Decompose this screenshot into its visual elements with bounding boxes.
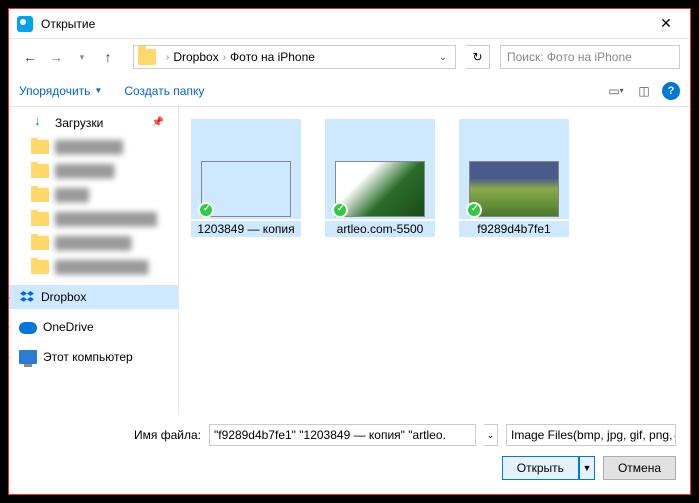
file-item[interactable]: artleo.com-5500 xyxy=(325,119,435,237)
file-list[interactable]: 1203849 — копия artleo.com-5500 f9289d4b… xyxy=(179,107,690,414)
open-dialog: Открытие ✕ ← → ▾ ↑ › Dropbox › Фото на i… xyxy=(8,8,691,495)
pin-icon: 📌 xyxy=(152,117,164,128)
folder-icon xyxy=(138,49,156,65)
address-bar[interactable]: › Dropbox › Фото на iPhone ⌄ xyxy=(133,45,456,69)
filename-input[interactable]: "f9289d4b7fe1" "1203849 — копия" "artleo… xyxy=(209,424,476,446)
sync-check-icon xyxy=(332,202,348,218)
file-item[interactable]: 1203849 — копия xyxy=(191,119,301,237)
folder-icon xyxy=(31,188,49,202)
downloads-icon xyxy=(31,115,49,131)
chevron-down-icon: ▼ xyxy=(94,86,102,95)
folder-icon xyxy=(31,236,49,250)
content-area: Загрузки 📌 ████████ ███████ ████ ███████… xyxy=(9,107,690,414)
sidebar-item-thispc[interactable]: › Этот компьютер xyxy=(9,345,178,369)
sidebar-item[interactable]: ███████ xyxy=(9,159,178,183)
recent-dropdown[interactable]: ▾ xyxy=(71,46,93,68)
folder-icon xyxy=(31,140,49,154)
chevron-right-icon: › xyxy=(166,52,169,63)
app-icon xyxy=(17,16,33,32)
chevron-right-icon[interactable]: › xyxy=(9,322,10,332)
navigation-tree[interactable]: Загрузки 📌 ████████ ███████ ████ ███████… xyxy=(9,107,179,414)
sidebar-item[interactable]: ████ xyxy=(9,183,178,207)
sidebar-item[interactable]: ███████████ xyxy=(9,255,178,279)
sidebar-item-label: Dropbox xyxy=(41,290,86,304)
organize-menu[interactable]: Упорядочить ▼ xyxy=(19,84,102,98)
dropbox-icon xyxy=(19,290,35,304)
thumbnail-image xyxy=(201,161,291,217)
sidebar-item-label: Загрузки xyxy=(55,116,103,130)
search-input[interactable]: Поиск: Фото на iPhone xyxy=(500,45,680,69)
thumbnail-frame xyxy=(459,119,569,219)
sidebar-item-label: OneDrive xyxy=(43,320,94,334)
titlebar: Открытие ✕ xyxy=(9,9,690,39)
open-button-group: Открыть ▼ xyxy=(502,456,595,480)
computer-icon xyxy=(19,350,37,364)
open-button[interactable]: Открыть xyxy=(502,456,579,480)
window-title: Открытие xyxy=(41,17,646,31)
cancel-button[interactable]: Отмена xyxy=(603,456,676,480)
sidebar-item-dropbox[interactable]: › Dropbox xyxy=(9,285,178,309)
open-dropdown[interactable]: ▼ xyxy=(579,456,595,480)
chevron-right-icon[interactable]: › xyxy=(9,292,10,302)
thumbnail-frame xyxy=(325,119,435,219)
folder-icon xyxy=(31,212,49,226)
dialog-footer: Имя файла: "f9289d4b7fe1" "1203849 — коп… xyxy=(9,414,690,494)
breadcrumb-segment[interactable]: Dropbox xyxy=(173,50,218,64)
folder-icon xyxy=(31,164,49,178)
toolbar: Упорядочить ▼ Создать папку ▭ ▾ ◫ ? xyxy=(9,75,690,107)
sync-check-icon xyxy=(466,202,482,218)
search-placeholder: Поиск: Фото на iPhone xyxy=(507,50,632,64)
sidebar-item-onedrive[interactable]: › OneDrive xyxy=(9,315,178,339)
filename-label: Имя файла: xyxy=(23,428,201,442)
onedrive-icon xyxy=(19,322,37,334)
refresh-button[interactable]: ↻ xyxy=(466,45,490,69)
up-button[interactable]: ↑ xyxy=(97,46,119,68)
filetype-filter[interactable]: Image Files(bmp, jpg, gif, png, ⌄ xyxy=(506,424,676,446)
filename-dropdown[interactable]: ⌄ xyxy=(484,424,498,446)
view-mode-button[interactable]: ▭ ▾ xyxy=(606,81,626,101)
breadcrumb-segment[interactable]: Фото на iPhone xyxy=(230,50,315,64)
folder-icon xyxy=(31,260,49,274)
chevron-right-icon[interactable]: › xyxy=(9,352,10,362)
address-dropdown[interactable]: ⌄ xyxy=(435,52,451,63)
sidebar-item[interactable]: ████████████ xyxy=(9,207,178,231)
sync-check-icon xyxy=(198,202,214,218)
file-item[interactable]: f9289d4b7fe1 xyxy=(459,119,569,237)
back-button[interactable]: ← xyxy=(19,46,41,68)
thumbnail-frame xyxy=(191,119,301,219)
sidebar-item-label: Этот компьютер xyxy=(43,350,133,364)
nav-bar: ← → ▾ ↑ › Dropbox › Фото на iPhone ⌄ ↻ П… xyxy=(9,39,690,75)
thumbnail-image xyxy=(335,161,425,217)
sidebar-item[interactable]: ████████ xyxy=(9,135,178,159)
close-button[interactable]: ✕ xyxy=(646,10,686,38)
forward-button: → xyxy=(45,46,67,68)
file-name: f9289d4b7fe1 xyxy=(459,221,569,237)
help-button[interactable]: ? xyxy=(662,82,680,100)
thumbnail-image xyxy=(469,161,559,217)
sidebar-item[interactable]: █████████ xyxy=(9,231,178,255)
file-name: 1203849 — копия xyxy=(191,221,301,237)
preview-pane-button[interactable]: ◫ xyxy=(634,81,654,101)
chevron-down-icon: ⌄ xyxy=(672,430,676,441)
chevron-right-icon: › xyxy=(223,52,226,63)
new-folder-button[interactable]: Создать папку xyxy=(124,84,204,98)
file-name: artleo.com-5500 xyxy=(325,221,435,237)
sidebar-item-downloads[interactable]: Загрузки 📌 xyxy=(9,111,178,135)
